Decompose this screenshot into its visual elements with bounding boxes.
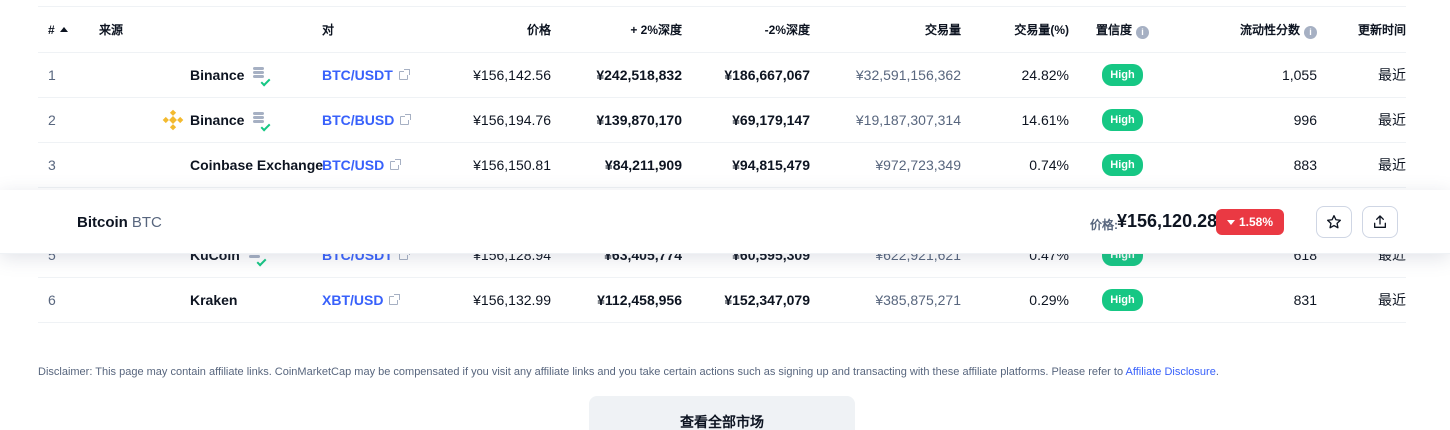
header-updated[interactable]: 更新时间 (1317, 7, 1406, 53)
volume-cell: ¥32,591,156,362 (855, 67, 961, 83)
volume-pct-cell: 24.82% (1021, 67, 1069, 83)
depth-minus-cell: ¥186,667,067 (724, 67, 810, 83)
header-depth-plus[interactable]: + 2%深度 (551, 7, 682, 53)
source-cell: Binance (99, 53, 322, 98)
info-icon[interactable]: i (1136, 25, 1149, 39)
star-icon (1327, 215, 1341, 229)
source-cell: Kraken (99, 278, 322, 323)
pair-link[interactable]: BTC/BUSD (322, 112, 394, 128)
confidence-badge: High (1102, 289, 1143, 311)
markets-table-container: # 来源 对 价格 + 2%深度 -2%深度 交易量 交易量(%) 置信度 i 流… (38, 6, 1406, 323)
header-confidence[interactable]: 置信度 i (1069, 7, 1176, 53)
table-row[interactable]: 1 Binance BTC/USDT ¥156,142.56 ¥242,518,832 ¥… (38, 53, 1406, 98)
liquidity-cell: 1,055 (1281, 67, 1317, 83)
exchange-name[interactable]: Binance (190, 67, 244, 83)
price-change-badge: 1.58% (1216, 209, 1284, 235)
binance-logo-icon (162, 109, 184, 131)
sort-ascending-icon (59, 26, 68, 32)
table-row[interactable]: 2 Binance BTC/BUSD ¥156,194.76 ¥139,870,170 ¥… (38, 98, 1406, 143)
exchange-name[interactable]: Kraken (190, 292, 237, 308)
current-price: ¥156,120.28 (1117, 211, 1218, 231)
confidence-cell: High (1069, 98, 1176, 143)
liquidity-cell: 831 (1293, 292, 1317, 308)
confidence-cell: High (1069, 53, 1176, 98)
pair-cell: XBT/USD (322, 278, 452, 323)
pair-link[interactable]: BTC/USDT (322, 67, 393, 83)
volume-pct-cell: 14.61% (1021, 112, 1069, 128)
confidence-cell: High (1069, 278, 1176, 323)
pair-link[interactable]: BTC/USD (322, 157, 384, 173)
depth-plus-cell: ¥112,458,956 (597, 292, 682, 308)
rank-cell: 6 (48, 292, 56, 308)
liquidity-cell: 883 (1293, 157, 1317, 173)
table-row[interactable]: 6 Kraken XBT/USD ¥156,132.99 ¥112,458,956 ¥15… (38, 278, 1406, 323)
rank-cell: 2 (48, 112, 56, 128)
price-cell: ¥156,150.81 (473, 157, 551, 173)
external-link-icon (400, 114, 412, 125)
info-icon[interactable]: i (1304, 25, 1317, 39)
updated-cell: 最近 (1378, 292, 1406, 308)
volume-pct-cell: 0.74% (1029, 157, 1069, 173)
header-liquidity[interactable]: 流动性分数 i (1176, 7, 1317, 53)
header-volume-pct[interactable]: 交易量(%) (961, 7, 1069, 53)
share-button[interactable] (1362, 206, 1398, 238)
header-depth-minus[interactable]: -2%深度 (682, 7, 810, 53)
depth-minus-cell: ¥94,815,479 (732, 157, 810, 173)
depth-minus-cell: ¥152,347,079 (724, 292, 810, 308)
table-header-row: # 来源 对 价格 + 2%深度 -2%深度 交易量 交易量(%) 置信度 i 流… (38, 6, 1406, 53)
source-cell: Binance (99, 98, 322, 143)
volume-cell: ¥972,723,349 (875, 157, 961, 173)
header-rank[interactable]: # (38, 7, 99, 53)
depth-plus-cell: ¥242,518,832 (596, 67, 682, 83)
price-cell: ¥156,132.99 (473, 292, 551, 308)
volume-pct-cell: 0.29% (1029, 292, 1069, 308)
volume-cell: ¥19,187,307,314 (855, 112, 961, 128)
price-cell: ¥156,194.76 (473, 112, 551, 128)
external-link-icon (398, 69, 410, 80)
cex-verified-icon (252, 67, 271, 87)
depth-minus-cell: ¥69,179,147 (732, 112, 810, 128)
header-volume[interactable]: 交易量 (810, 7, 961, 53)
depth-plus-cell: ¥84,211,909 (604, 157, 682, 173)
affiliate-disclaimer: Disclaimer: This page may contain affili… (38, 366, 1219, 378)
volume-cell: ¥385,875,271 (875, 292, 961, 308)
caret-down-icon (1226, 219, 1235, 225)
sticky-coin-bar: Bitcoin BTC 价格: ¥156,120.28 1.58% (0, 190, 1450, 254)
depth-plus-cell: ¥139,870,170 (596, 112, 682, 128)
rank-cell: 3 (48, 157, 56, 173)
share-icon (1374, 215, 1386, 228)
pair-cell: BTC/USDT (322, 53, 452, 98)
liquidity-cell: 996 (1293, 112, 1317, 128)
external-link-icon (390, 159, 402, 170)
coin-symbol: BTC (131, 214, 162, 231)
header-price[interactable]: 价格 (452, 7, 551, 53)
updated-cell: 最近 (1378, 67, 1406, 83)
confidence-badge: High (1102, 64, 1143, 86)
header-pair[interactable]: 对 (322, 7, 452, 53)
header-source[interactable]: 来源 (99, 7, 322, 53)
coin-title: Bitcoin BTC (77, 214, 162, 231)
price-label: 价格: (1090, 218, 1118, 232)
pair-cell: BTC/USD (322, 143, 452, 188)
exchange-name[interactable]: Coinbase Exchange (190, 157, 323, 173)
updated-cell: 最近 (1378, 112, 1406, 128)
cex-verified-icon (252, 112, 271, 132)
price-cell: ¥156,142.56 (473, 67, 551, 83)
exchange-name[interactable]: Binance (190, 112, 244, 128)
confidence-badge: High (1102, 109, 1143, 131)
table-row[interactable]: 3 Coinbase Exchange BTC/USD ¥156,150.81 ¥84,… (38, 143, 1406, 188)
updated-cell: 最近 (1378, 157, 1406, 173)
pair-link[interactable]: XBT/USD (322, 292, 383, 308)
confidence-badge: High (1102, 154, 1143, 176)
markets-table: # 来源 对 价格 + 2%深度 -2%深度 交易量 交易量(%) 置信度 i 流… (38, 6, 1406, 323)
rank-cell: 1 (48, 67, 56, 83)
source-cell: Coinbase Exchange (99, 143, 323, 188)
confidence-cell: High (1069, 143, 1176, 188)
watchlist-star-button[interactable] (1316, 206, 1352, 238)
view-all-markets-button[interactable]: 查看全部市场 (589, 396, 855, 430)
external-link-icon (389, 294, 401, 305)
affiliate-disclosure-link[interactable]: Affiliate Disclosure (1126, 366, 1216, 378)
pair-cell: BTC/BUSD (322, 98, 452, 143)
